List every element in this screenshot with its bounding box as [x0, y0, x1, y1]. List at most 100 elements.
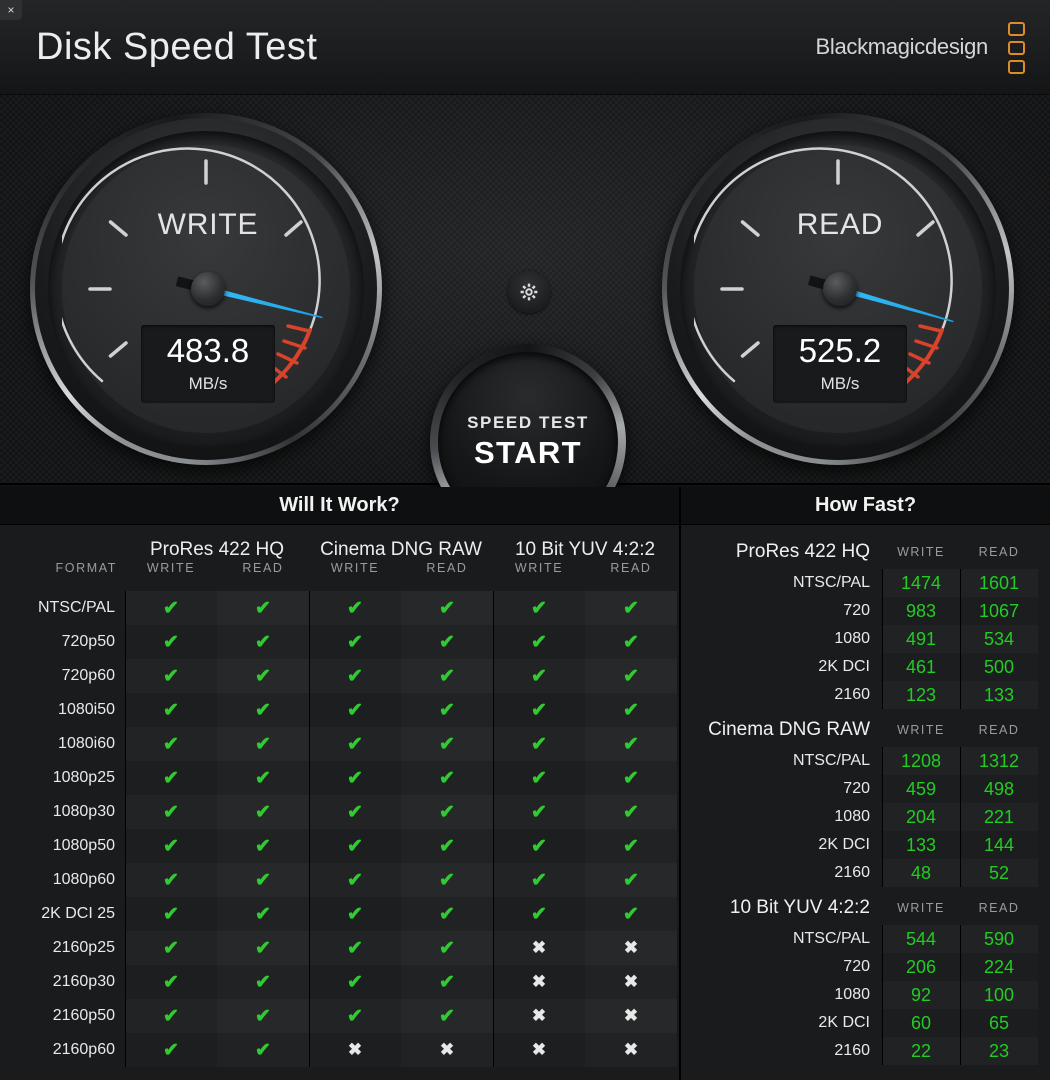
format-label: FORMAT [55, 561, 117, 575]
check-icon: ✔ [217, 795, 309, 829]
how-fast-read-label: READ [978, 545, 1020, 559]
row-format-label: 2K DCI [818, 1014, 870, 1031]
check-icon: ✔ [401, 625, 493, 659]
read-speed-value: 534 [960, 625, 1038, 653]
check-icon: ✔ [217, 1033, 309, 1067]
row-format-label: 2160p50 [52, 1007, 115, 1024]
table-row: 1080p25 ✔ ✔ ✔ ✔ ✔ ✔ [0, 761, 679, 795]
check-icon: ✔ [217, 659, 309, 693]
check-icon: ✔ [493, 625, 585, 659]
check-icon: ✔ [125, 591, 217, 625]
row-format-label: 2K DCI 25 [41, 905, 115, 922]
table-row: 720 983 1067 [681, 597, 1038, 625]
start-button-line1: SPEED TEST [467, 413, 589, 432]
row-format-label: 720p50 [61, 633, 115, 650]
write-speed-value: 48 [882, 859, 960, 887]
brand-text: Blackmagicdesign [815, 34, 988, 59]
how-fast-header: How Fast? [681, 487, 1050, 525]
will-it-work-title: Will It Work? [279, 494, 400, 516]
how-fast-title: How Fast? [814, 494, 917, 516]
row-format-label: 1080 [834, 986, 870, 1003]
check-icon: ✔ [309, 693, 401, 727]
check-icon: ✔ [125, 999, 217, 1033]
read-speed-value: 52 [960, 859, 1038, 887]
format-column-header: FORMAT [0, 525, 125, 591]
disk-speed-test-window: × Disk Speed Test Blackmagicdesign WRITE… [0, 0, 1050, 1080]
close-icon[interactable]: × [0, 0, 22, 20]
check-icon: ✔ [493, 897, 585, 931]
group-header-cinemadng: Cinema DNG RAW WRITE READ [309, 525, 493, 591]
write-speed-value: 544 [882, 925, 960, 953]
row-format-label: 2160 [834, 1042, 870, 1059]
row-format-label: 2160p30 [52, 973, 115, 990]
group-header-prores: ProRes 422 HQ WRITE READ [125, 525, 309, 591]
write-gauge: WRITE 483.8 MB/s [22, 113, 394, 465]
read-speed-value: 1312 [960, 747, 1038, 775]
check-icon: ✔ [125, 659, 217, 693]
check-icon: ✔ [125, 693, 217, 727]
table-row: 1080p30 ✔ ✔ ✔ ✔ ✔ ✔ [0, 795, 679, 829]
check-icon: ✔ [585, 727, 677, 761]
check-icon: ✔ [217, 761, 309, 795]
row-format-label: 1080i60 [58, 735, 115, 752]
group-2-read-label: READ [610, 561, 652, 575]
will-it-work-rows: NTSC/PAL ✔ ✔ ✔ ✔ ✔ ✔ 720p50 ✔ ✔ ✔ ✔ ✔ ✔ 720p60 ✔ ✔ ✔ ✔ ✔ ✔ 10… [0, 591, 679, 1067]
group-header-yuv: 10 Bit YUV 4:2:2 WRITE READ [493, 525, 677, 591]
check-icon: ✔ [217, 931, 309, 965]
write-speed-value: 22 [882, 1037, 960, 1065]
check-icon: ✔ [125, 625, 217, 659]
table-row: 2160p50 ✔ ✔ ✔ ✔ ✖ ✖ [0, 999, 679, 1033]
check-icon: ✔ [309, 965, 401, 999]
read-gauge: READ 525.2 MB/s [654, 113, 1026, 465]
cross-icon: ✖ [493, 999, 585, 1033]
check-icon: ✔ [309, 591, 401, 625]
table-row: NTSC/PAL 544 590 [681, 925, 1038, 953]
check-icon: ✔ [401, 761, 493, 795]
table-row: 1080i50 ✔ ✔ ✔ ✔ ✔ ✔ [0, 693, 679, 727]
how-fast-group-header: 10 Bit YUV 4:2:2 WRITE READ [681, 891, 1038, 925]
cross-icon: ✖ [585, 931, 677, 965]
how-fast-group: 10 Bit YUV 4:2:2 WRITE READ NTSC/PAL 544 590 7… [681, 891, 1038, 1065]
check-icon: ✔ [309, 863, 401, 897]
check-icon: ✔ [585, 761, 677, 795]
row-format-label: NTSC/PAL [792, 574, 870, 591]
check-icon: ✔ [585, 795, 677, 829]
row-format-label: 1080p30 [52, 803, 115, 820]
write-speed-value: 983 [882, 597, 960, 625]
write-gauge-label: WRITE [157, 208, 259, 241]
how-fast-write-label: WRITE [897, 901, 945, 915]
check-icon: ✔ [493, 591, 585, 625]
row-format-label: NTSC/PAL [792, 752, 870, 769]
read-speed-value: 500 [960, 653, 1038, 681]
how-fast-read-label: READ [978, 901, 1020, 915]
check-icon: ✔ [493, 761, 585, 795]
gear-icon[interactable] [508, 271, 550, 313]
check-icon: ✔ [401, 693, 493, 727]
group-1-write-label: WRITE [330, 561, 380, 575]
row-format-label: 2K DCI [818, 658, 870, 675]
table-row: NTSC/PAL ✔ ✔ ✔ ✔ ✔ ✔ [0, 591, 679, 625]
table-row: 720 206 224 [681, 953, 1038, 981]
table-row: 2160p25 ✔ ✔ ✔ ✔ ✖ ✖ [0, 931, 679, 965]
read-gauge-label: READ [796, 208, 884, 241]
page-title: Disk Speed Test [36, 26, 318, 68]
check-icon: ✔ [493, 727, 585, 761]
write-unit: MB/s [188, 374, 228, 393]
table-row: 2160p60 ✔ ✔ ✖ ✖ ✖ ✖ [0, 1033, 679, 1067]
row-format-label: 720p60 [61, 667, 115, 684]
how-fast-write-label: WRITE [897, 723, 945, 737]
check-icon: ✔ [217, 591, 309, 625]
write-value: 483.8 [166, 332, 250, 369]
check-icon: ✔ [217, 863, 309, 897]
check-icon: ✔ [217, 897, 309, 931]
check-icon: ✔ [309, 999, 401, 1033]
write-speed-value: 206 [882, 953, 960, 981]
write-speed-value: 459 [882, 775, 960, 803]
read-speed-value: 100 [960, 981, 1038, 1009]
check-icon: ✔ [125, 863, 217, 897]
cross-icon: ✖ [493, 965, 585, 999]
how-fast-group-name: Cinema DNG RAW [708, 719, 870, 740]
how-fast-read-label: READ [978, 723, 1020, 737]
group-0-read-label: READ [242, 561, 284, 575]
table-row: 2160 48 52 [681, 859, 1038, 887]
